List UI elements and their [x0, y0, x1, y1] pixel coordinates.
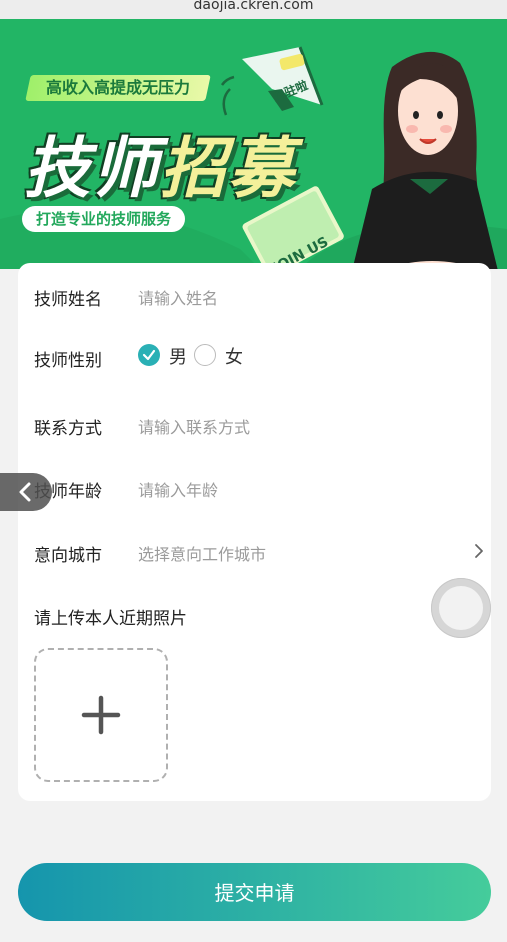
plus-icon	[81, 695, 121, 735]
name-row[interactable]: 技师姓名 请输入姓名	[18, 275, 491, 315]
photo-row: 请上传本人近期照片	[18, 594, 491, 634]
gender-female-radio[interactable]	[194, 344, 216, 366]
assistive-touch-icon[interactable]	[431, 578, 491, 638]
name-label: 技师姓名	[34, 290, 102, 310]
url-text: daojia.ckren.com	[193, 0, 314, 13]
city-select[interactable]: 选择意向工作城市	[138, 541, 266, 565]
city-row[interactable]: 意向城市 选择意向工作城市	[18, 531, 491, 571]
gender-male-label[interactable]: 男	[169, 343, 187, 369]
gender-male-radio[interactable]	[138, 344, 160, 366]
photo-label: 请上传本人近期照片	[34, 609, 187, 629]
banner-text-overlay: 入驻啦 JOIN US	[269, 77, 331, 269]
contact-row[interactable]: 联系方式 请输入联系方式	[18, 404, 491, 444]
contact-input[interactable]: 请输入联系方式	[138, 414, 250, 438]
megaphone-label: 入驻啦	[271, 77, 310, 104]
age-input[interactable]: 请输入年龄	[138, 477, 218, 501]
gender-female-label[interactable]: 女	[225, 343, 243, 369]
recruitment-banner: 高收入高提成无压力 技师招募 打造专业的技师服务 入驻啦 JOIN US	[0, 19, 507, 269]
age-row[interactable]: 技师年龄 请输入年龄	[18, 467, 491, 507]
gender-row: 技师性别 男 女	[18, 336, 491, 376]
application-form: 技师姓名 请输入姓名 技师性别 男 女 联系方式 请输入联系方式 技师年龄 请输…	[18, 263, 491, 801]
city-label: 意向城市	[34, 546, 102, 566]
chevron-left-icon	[19, 482, 31, 502]
submit-button[interactable]: 提交申请	[18, 863, 491, 921]
back-button[interactable]	[0, 473, 52, 511]
name-input[interactable]: 请输入姓名	[138, 285, 218, 309]
browser-url-bar[interactable]: daojia.ckren.com	[0, 0, 507, 19]
contact-label: 联系方式	[34, 419, 102, 439]
checkmark-icon	[142, 349, 156, 361]
photo-upload-button[interactable]	[34, 648, 168, 782]
chevron-right-icon[interactable]	[473, 543, 485, 559]
gender-label: 技师性别	[34, 351, 102, 371]
